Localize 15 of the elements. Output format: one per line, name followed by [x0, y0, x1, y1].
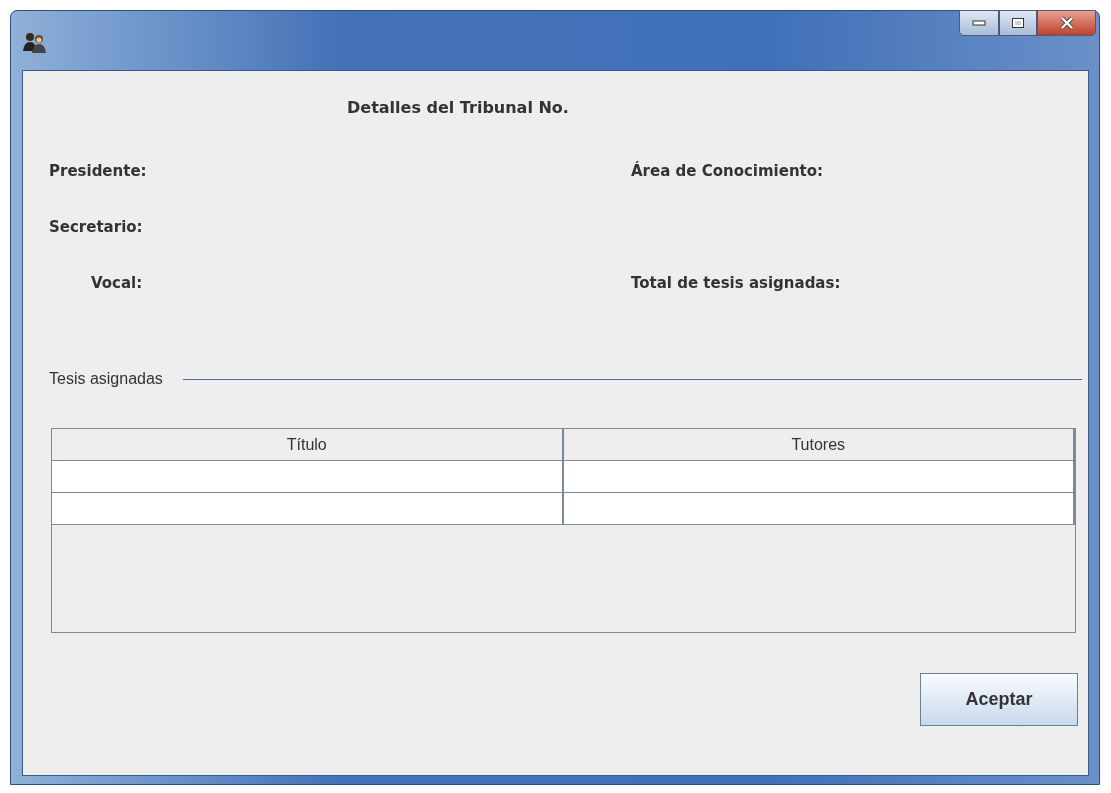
field-label: Área de Conocimiento: [631, 162, 824, 180]
maximize-button[interactable] [999, 10, 1037, 36]
accept-button[interactable]: Aceptar [920, 673, 1078, 726]
close-button[interactable] [1037, 10, 1096, 36]
field-label: Presidente: [49, 162, 147, 180]
section-title: Tesis asignadas [49, 370, 163, 388]
field-label: Vocal: [91, 274, 143, 292]
dialog-heading: Detalles del Tribunal No. [347, 98, 570, 118]
maximize-icon [1011, 17, 1025, 29]
field-label: Total de tesis asignadas: [631, 274, 841, 292]
people-icon [23, 31, 47, 53]
close-icon [1058, 16, 1075, 30]
minimize-button[interactable] [959, 10, 999, 36]
field-label: Secretario: [49, 218, 143, 236]
minimize-icon [972, 20, 986, 26]
